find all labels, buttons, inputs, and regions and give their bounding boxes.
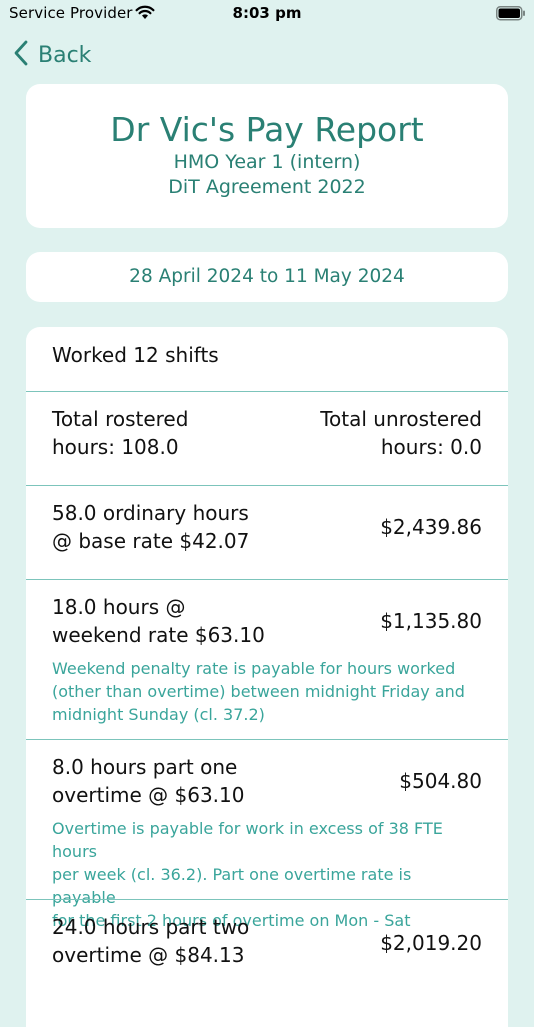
divider — [26, 485, 508, 486]
pay-item-description: 8.0 hours part one overtime @ $63.10 — [52, 755, 245, 807]
rostered-hours: Total rostered hours: 108.0 — [52, 407, 189, 459]
status-bar: Service Provider 8:03 pm — [0, 0, 534, 28]
pay-item-amount: $2,439.86 — [380, 515, 482, 539]
agreement-label: DiT Agreement 2022 — [168, 176, 366, 198]
pay-period-card: 28 April 2024 to 11 May 2024 — [26, 252, 508, 302]
pay-item-row: 18.0 hours @ weekend rate $63.10 $1,135.… — [26, 593, 508, 729]
divider — [26, 579, 508, 580]
pay-item-description: 24.0 hours part two overtime @ $84.13 — [52, 915, 250, 967]
back-label: Back — [38, 42, 92, 68]
report-header-card: Dr Vic's Pay Report HMO Year 1 (intern) … — [26, 84, 508, 228]
pay-item-note: Weekend penalty rate is payable for hour… — [52, 659, 465, 724]
pay-item-amount: $2,019.20 — [380, 931, 482, 955]
status-time: 8:03 pm — [232, 4, 302, 22]
pay-item-amount: $504.80 — [399, 769, 482, 793]
divider — [26, 899, 508, 900]
back-button[interactable]: Back — [14, 40, 91, 70]
pay-item-row: 24.0 hours part two overtime @ $84.13 $2… — [26, 913, 508, 973]
role-label: HMO Year 1 (intern) — [173, 151, 361, 173]
chevron-left-icon — [14, 40, 28, 70]
battery-icon — [496, 6, 526, 25]
pay-item-row: 58.0 ordinary hours @ base rate $42.07 $… — [26, 499, 508, 559]
hours-summary-row: Total rostered hours: 108.0 Total unrost… — [26, 405, 508, 465]
divider — [26, 391, 508, 392]
pay-item-row: 8.0 hours part one overtime @ $63.10 $50… — [26, 753, 508, 930]
pay-details-card: Worked 12 shifts Total rostered hours: 1… — [26, 327, 508, 1027]
pay-period-label: 28 April 2024 to 11 May 2024 — [129, 266, 405, 287]
pay-item-description: 58.0 ordinary hours @ base rate $42.07 — [52, 501, 250, 553]
divider — [26, 739, 508, 740]
pay-item-amount: $1,135.80 — [380, 609, 482, 633]
shifts-label: Worked 12 shifts — [52, 343, 219, 367]
unrostered-hours: Total unrostered hours: 0.0 — [320, 407, 482, 459]
pay-item-description: 18.0 hours @ weekend rate $63.10 — [52, 595, 265, 647]
shifts-row: Worked 12 shifts — [26, 341, 508, 381]
report-title: Dr Vic's Pay Report — [110, 110, 424, 149]
